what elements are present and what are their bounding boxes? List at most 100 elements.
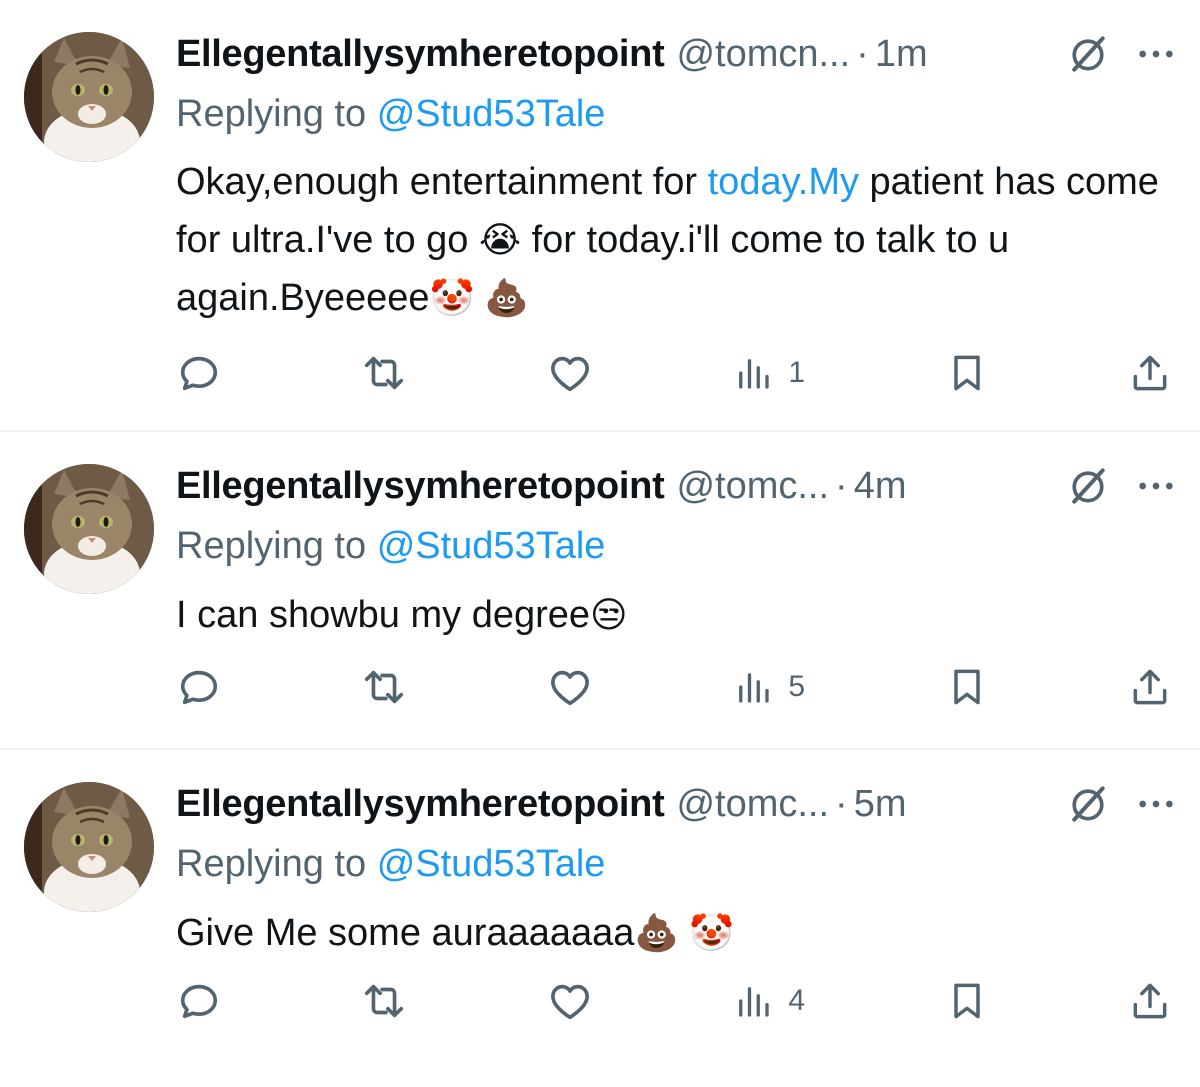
- tweet-text: I can showbu my degree😒: [176, 586, 1176, 644]
- tweet[interactable]: Ellegentallysymheretopoint @tomcn... · 1…: [0, 0, 1200, 432]
- like-button[interactable]: [547, 664, 593, 710]
- like-button[interactable]: [547, 350, 593, 396]
- reply-mention-link[interactable]: @Stud53Tale: [377, 93, 606, 135]
- tweet-text-part: I can showbu my degree: [176, 594, 591, 636]
- share-icon: [1128, 665, 1172, 709]
- user-handle[interactable]: @tomc...: [676, 783, 829, 826]
- views-button[interactable]: 5: [732, 666, 805, 708]
- clown-emoji: 🤡: [429, 277, 475, 318]
- tweet-content: Ellegentallysymheretopoint @tomc... · 5m…: [176, 778, 1176, 962]
- tweet[interactable]: Ellegentallysymheretopoint @tomc... · 4m…: [0, 432, 1200, 750]
- cat-avatar-image: [24, 782, 154, 912]
- retweet-icon: [361, 664, 407, 710]
- reply-icon: [176, 350, 222, 396]
- reply-button[interactable]: [176, 664, 222, 710]
- views-count: 5: [788, 670, 806, 703]
- replying-to: Replying to @Stud53Tale: [176, 838, 1176, 890]
- retweet-button[interactable]: [361, 350, 407, 396]
- display-name[interactable]: Ellegentallysymheretopoint: [176, 33, 665, 76]
- tweet-actions: 4: [176, 976, 1172, 1026]
- header-actions: [1066, 464, 1176, 508]
- reply-mention-link[interactable]: @Stud53Tale: [377, 525, 606, 567]
- bookmark-button[interactable]: [945, 665, 989, 709]
- tweet-actions: 1: [176, 348, 1172, 398]
- tweet-actions: 5: [176, 662, 1172, 712]
- timestamp[interactable]: 5m: [854, 783, 907, 826]
- avatar[interactable]: [24, 464, 154, 594]
- share-icon: [1128, 979, 1172, 1023]
- views-button[interactable]: 4: [732, 980, 805, 1022]
- display-name[interactable]: Ellegentallysymheretopoint: [176, 783, 665, 826]
- cat-avatar-image: [24, 32, 154, 162]
- more-dots-icon[interactable]: [1136, 784, 1176, 824]
- tweet-content: Ellegentallysymheretopoint @tomc... · 4m…: [176, 460, 1176, 644]
- tweet-header: Ellegentallysymheretopoint @tomcn... · 1…: [176, 28, 1176, 80]
- clown-emoji: 🤡: [679, 912, 735, 953]
- tweet-text-part: Okay,enough entertainment for: [176, 161, 708, 203]
- crying-face-emoji: 😭: [478, 219, 522, 260]
- avatar[interactable]: [24, 782, 154, 912]
- replying-to: Replying to @Stud53Tale: [176, 520, 1176, 572]
- bookmark-icon: [945, 979, 989, 1023]
- grok-icon[interactable]: [1066, 32, 1110, 76]
- bookmark-button[interactable]: [945, 979, 989, 1023]
- reply-button[interactable]: [176, 350, 222, 396]
- grok-icon[interactable]: [1066, 464, 1110, 508]
- timestamp[interactable]: 4m: [854, 465, 907, 508]
- tweet-text: Give Me some auraaaaaaa💩 🤡: [176, 904, 1176, 962]
- retweet-button[interactable]: [361, 664, 407, 710]
- heart-icon: [547, 350, 593, 396]
- grok-icon[interactable]: [1066, 782, 1110, 826]
- timestamp[interactable]: 1m: [875, 33, 928, 76]
- reply-button[interactable]: [176, 978, 222, 1024]
- user-handle[interactable]: @tomc...: [676, 465, 829, 508]
- tweet[interactable]: Ellegentallysymheretopoint @tomc... · 5m…: [0, 750, 1200, 1087]
- header-actions: [1066, 782, 1176, 826]
- like-button[interactable]: [547, 978, 593, 1024]
- replying-to-label: Replying to: [176, 525, 367, 567]
- reply-icon: [176, 978, 222, 1024]
- views-chart-icon: [732, 980, 774, 1022]
- bookmark-icon: [945, 351, 989, 395]
- poop-emoji: 💩: [474, 277, 530, 318]
- cat-avatar-image: [24, 464, 154, 594]
- views-count: 4: [788, 984, 806, 1017]
- replying-to-label: Replying to: [176, 843, 367, 885]
- bookmark-button[interactable]: [945, 351, 989, 395]
- tweet-text: Okay,enough entertainment for today.My p…: [176, 154, 1176, 327]
- reply-mention-link[interactable]: @Stud53Tale: [377, 843, 606, 885]
- user-handle[interactable]: @tomcn...: [676, 33, 850, 76]
- header-actions: [1066, 32, 1176, 76]
- unamused-face-emoji: 😒: [590, 594, 628, 635]
- display-name[interactable]: Ellegentallysymheretopoint: [176, 465, 665, 508]
- share-button[interactable]: [1128, 665, 1172, 709]
- tweet-text-part: Give Me some auraaaaaaa: [176, 912, 635, 954]
- more-dots-icon[interactable]: [1136, 466, 1176, 506]
- views-count: 1: [788, 356, 806, 389]
- replying-to: Replying to @Stud53Tale: [176, 88, 1176, 140]
- share-button[interactable]: [1128, 979, 1172, 1023]
- separator-dot: ·: [835, 782, 848, 825]
- retweet-icon: [361, 978, 407, 1024]
- tweet-content: Ellegentallysymheretopoint @tomcn... · 1…: [176, 28, 1176, 327]
- share-button[interactable]: [1128, 351, 1172, 395]
- views-chart-icon: [732, 352, 774, 394]
- views-button[interactable]: 1: [732, 352, 805, 394]
- reply-icon: [176, 664, 222, 710]
- tweet-header: Ellegentallysymheretopoint @tomc... · 4m: [176, 460, 1176, 512]
- share-icon: [1128, 351, 1172, 395]
- more-dots-icon[interactable]: [1136, 34, 1176, 74]
- tweet-text-link[interactable]: today.My: [708, 161, 859, 203]
- heart-icon: [547, 664, 593, 710]
- bookmark-icon: [945, 665, 989, 709]
- avatar[interactable]: [24, 32, 154, 162]
- retweet-button[interactable]: [361, 978, 407, 1024]
- replying-to-label: Replying to: [176, 93, 367, 135]
- tweet-header: Ellegentallysymheretopoint @tomc... · 5m: [176, 778, 1176, 830]
- heart-icon: [547, 978, 593, 1024]
- separator-dot: ·: [856, 32, 869, 75]
- poop-emoji: 💩: [634, 912, 680, 953]
- separator-dot: ·: [835, 464, 848, 507]
- retweet-icon: [361, 350, 407, 396]
- views-chart-icon: [732, 666, 774, 708]
